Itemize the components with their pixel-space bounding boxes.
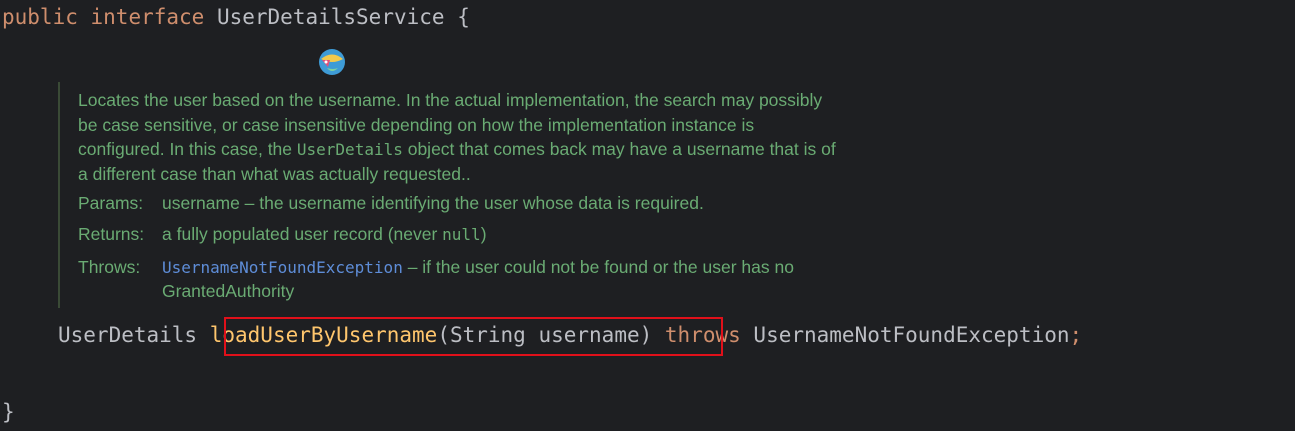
doc-description-line: a different case than what was actually … <box>78 164 471 184</box>
interface-declaration-line[interactable]: public interface UserDetailsService { <box>2 3 470 31</box>
doc-throws-value-continued: GrantedAuthority <box>162 281 295 301</box>
doc-params-label: Params: <box>78 193 144 213</box>
doc-params-value: username – the username identifying the … <box>162 193 704 213</box>
interface-name[interactable]: UserDetailsService <box>217 5 445 29</box>
keyword-public: public <box>2 5 78 29</box>
doc-description-line: configured. In this case, the UserDetail… <box>78 137 836 162</box>
doc-throws-value: UsernameNotFoundException – if the user … <box>162 255 794 280</box>
doc-text-fragment: ) <box>480 224 487 244</box>
doc-inline-code: null <box>442 225 481 244</box>
keyword-interface: interface <box>90 5 205 29</box>
doc-description-line: Locates the user based on the username. … <box>78 90 823 110</box>
doc-text-fragment: configured. In this case, the <box>78 139 297 159</box>
doc-returns-value: a fully populated user record (never nul… <box>162 222 487 247</box>
closing-brace: } <box>2 400 15 424</box>
ai-assistant-icon[interactable] <box>318 48 346 76</box>
doc-inline-code: UserDetails <box>296 140 403 159</box>
open-brace: { <box>457 5 470 29</box>
exception-doc-link[interactable]: UsernameNotFoundException <box>162 258 403 277</box>
doc-text-fragment: – if the user could not be found or the … <box>402 257 794 277</box>
doc-text-fragment: a fully populated user record (never <box>162 224 443 244</box>
doc-throws-label: Throws: <box>78 257 141 277</box>
highlight-annotation-box <box>224 317 723 356</box>
return-type[interactable]: UserDetails <box>58 323 197 347</box>
doc-description-line: be case sensitive, or case insensitive d… <box>78 115 755 135</box>
doc-returns-label: Returns: <box>78 224 145 244</box>
semicolon: ; <box>1069 323 1083 347</box>
exception-type[interactable]: UsernameNotFoundException <box>753 323 1069 347</box>
doc-text-fragment: object that comes back may have a userna… <box>402 139 836 159</box>
